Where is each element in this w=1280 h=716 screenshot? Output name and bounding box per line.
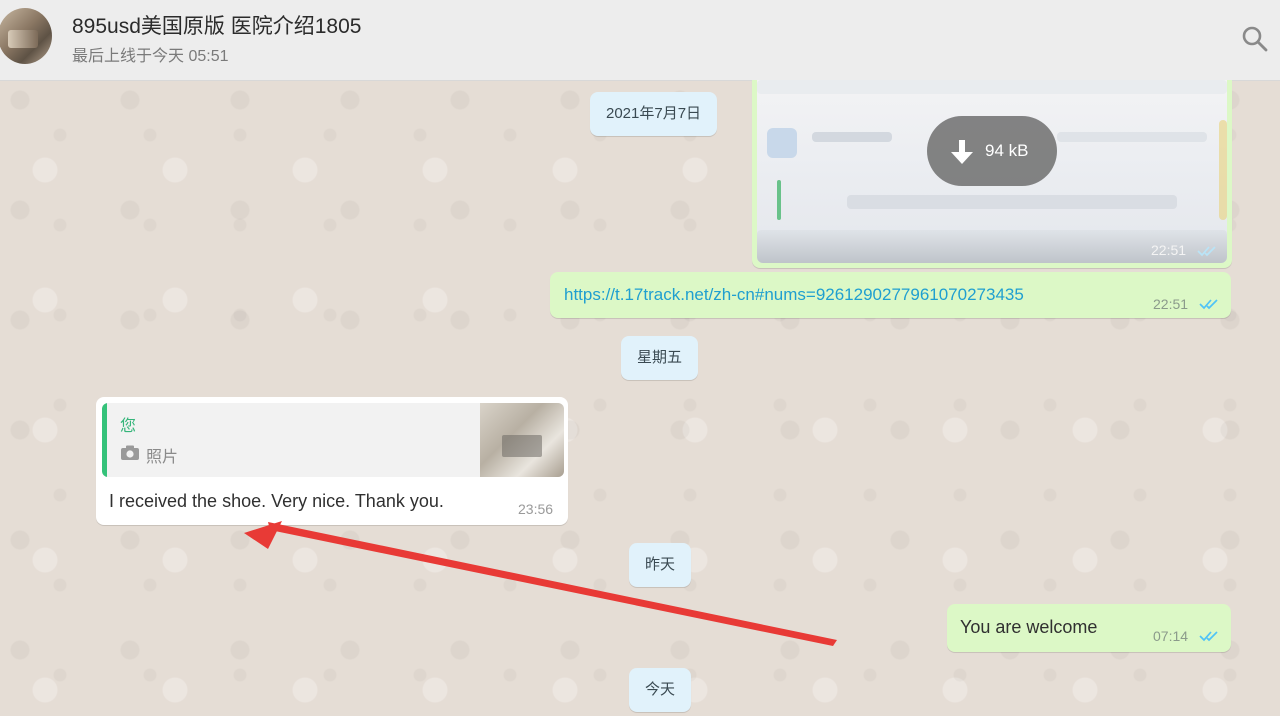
avatar[interactable] bbox=[0, 8, 52, 64]
incoming-reply-message[interactable]: 您 照片 I received the shoe. Very nice. Tha… bbox=[96, 397, 568, 525]
quote-author: 您 bbox=[120, 418, 137, 435]
message-text: You are welcome bbox=[960, 617, 1098, 637]
read-receipt-icon bbox=[1199, 299, 1218, 310]
message-time: 22:51 bbox=[1153, 296, 1189, 312]
link-message[interactable]: https://t.17track.net/zh-cn#nums=9261290… bbox=[550, 272, 1231, 318]
last-seen-status: 最后上线于今天 05:51 bbox=[72, 48, 229, 65]
download-arrow-icon bbox=[951, 140, 973, 164]
message-time: 22:51 bbox=[1151, 242, 1187, 258]
quote-text: 照片 bbox=[146, 449, 179, 466]
date-divider: 今天 bbox=[629, 668, 692, 712]
camera-icon bbox=[121, 445, 139, 460]
read-receipt-icon bbox=[1199, 631, 1218, 642]
image-message[interactable]: 94 kB 22:51 bbox=[752, 80, 1232, 268]
date-divider: 2021年7月7日 bbox=[590, 92, 718, 136]
outgoing-message[interactable]: You are welcome 07:14 bbox=[947, 604, 1231, 652]
date-divider: 昨天 bbox=[629, 543, 692, 587]
date-divider: 星期五 bbox=[621, 336, 699, 380]
quoted-photo-thumbnail bbox=[480, 403, 564, 477]
message-time: 23:56 bbox=[518, 501, 554, 517]
chat-title[interactable]: 895usd美国原版 医院介绍1805 bbox=[72, 10, 361, 40]
quote-accent-bar bbox=[102, 403, 107, 477]
read-receipt-icon bbox=[1197, 246, 1216, 257]
tracking-link[interactable]: https://t.17track.net/zh-cn#nums=9261290… bbox=[564, 285, 1024, 305]
download-button[interactable]: 94 kB bbox=[927, 116, 1057, 186]
message-text: I received the shoe. Very nice. Thank yo… bbox=[109, 491, 444, 511]
search-icon[interactable] bbox=[1238, 22, 1272, 56]
quoted-message[interactable]: 您 照片 bbox=[102, 403, 564, 477]
chat-header: 895usd美国原版 医院介绍1805 最后上线于今天 05:51 bbox=[0, 0, 1280, 81]
message-time: 07:14 bbox=[1153, 628, 1189, 644]
download-size: 94 kB bbox=[985, 141, 1029, 160]
